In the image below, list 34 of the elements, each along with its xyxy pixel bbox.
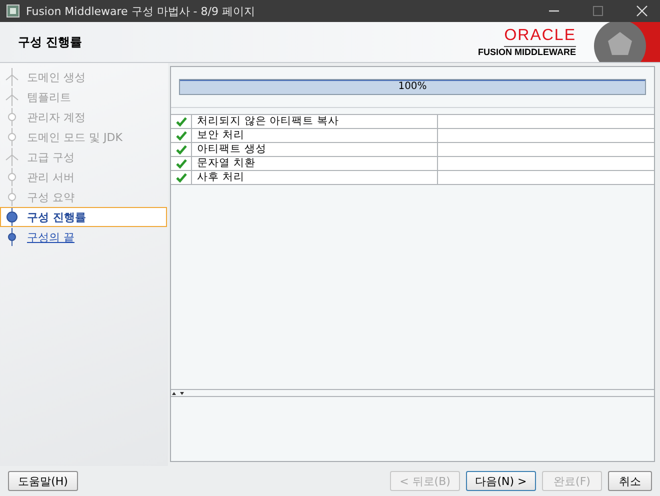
- step-node-icon: [5, 128, 19, 146]
- splitter-arrows-icon[interactable]: [171, 390, 185, 396]
- step-node-icon: [5, 208, 19, 226]
- task-label: 보안 처리: [192, 129, 438, 142]
- progress-reading: 100%: [397, 80, 428, 94]
- step-node-icon: [5, 108, 19, 126]
- step-item[interactable]: 구성 진행률: [0, 207, 167, 227]
- dialog-button[interactable]: 다음(N) >: [466, 471, 536, 491]
- logo-brand: ORACLE: [504, 27, 576, 47]
- task-label: 문자열 치환: [192, 157, 438, 170]
- step-item[interactable]: 구성 요약: [0, 187, 168, 207]
- dialog-button[interactable]: 취소: [608, 471, 652, 491]
- page-title: 구성 진행률: [17, 34, 84, 50]
- task-label: 처리되지 않은 아티팩트 복사: [192, 115, 438, 128]
- branch-node-icon: [5, 148, 19, 166]
- app-icon: [6, 4, 20, 18]
- task-label: 아티팩트 생성: [192, 143, 438, 156]
- step-item[interactable]: 템플리트: [0, 87, 168, 107]
- step-item[interactable]: 도메인 생성: [0, 67, 168, 87]
- step-item[interactable]: 고급 구성: [0, 147, 168, 167]
- step-item[interactable]: 도메인 모드 및 JDK: [0, 127, 168, 147]
- branch-node-icon: [5, 68, 19, 86]
- task-label: 사후 처리: [192, 171, 438, 184]
- window-title: Fusion Middleware 구성 마법사 - 8/9 페이지: [26, 4, 255, 18]
- branch-node-icon: [5, 88, 19, 106]
- logo-product: FUSION MIDDLEWARE: [478, 47, 576, 57]
- dialog-button[interactable]: 도움말(H): [8, 471, 78, 491]
- step-node-icon: [5, 168, 19, 186]
- close-icon[interactable]: [636, 5, 648, 17]
- step-item[interactable]: 관리자 계정: [0, 107, 168, 127]
- step-node-icon: [5, 228, 19, 246]
- step-node-icon: [5, 188, 19, 206]
- step-item[interactable]: 관리 서버: [0, 167, 168, 187]
- maximize-icon[interactable]: [592, 5, 604, 17]
